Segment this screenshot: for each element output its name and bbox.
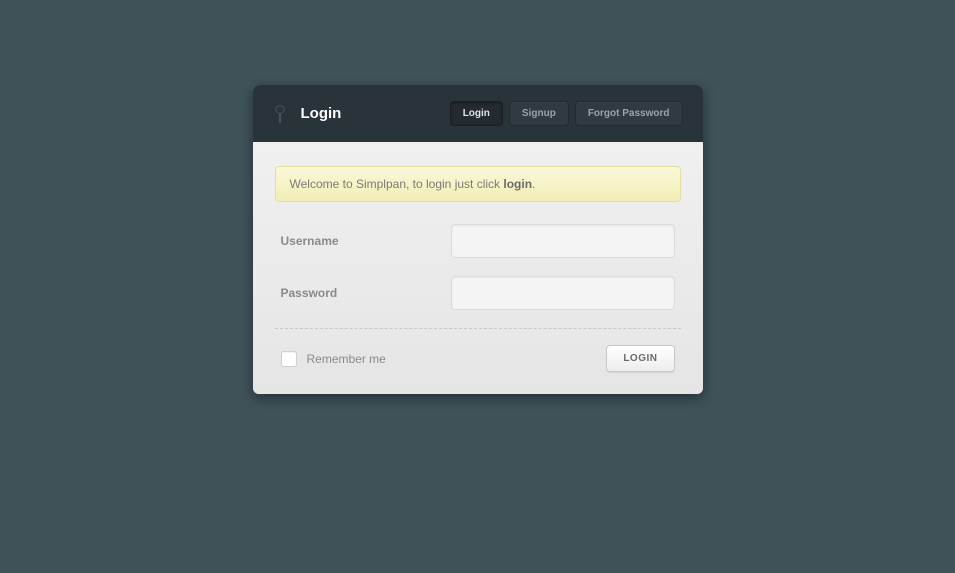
panel-body: Welcome to Simplpan, to login just click…: [253, 142, 703, 394]
login-panel: Login Login Signup Forgot Password Welco…: [253, 85, 703, 394]
password-input[interactable]: [451, 276, 675, 310]
notice-prefix: Welcome to Simplpan, to login just click: [290, 177, 504, 191]
header-tabs: Login Signup Forgot Password: [450, 101, 683, 126]
notice-suffix: .: [532, 177, 535, 191]
password-label: Password: [281, 286, 451, 300]
username-label: Username: [281, 234, 451, 248]
username-row: Username: [275, 224, 681, 258]
remember-label: Remember me: [307, 352, 386, 366]
tab-forgot-password[interactable]: Forgot Password: [575, 101, 683, 126]
header-left: Login: [273, 105, 342, 123]
remember-checkbox[interactable]: [281, 351, 297, 367]
tab-login[interactable]: Login: [450, 101, 503, 126]
tab-signup[interactable]: Signup: [509, 101, 569, 126]
form-divider: [275, 328, 681, 329]
panel-title: Login: [301, 105, 342, 122]
welcome-notice: Welcome to Simplpan, to login just click…: [275, 166, 681, 202]
key-icon: [273, 105, 287, 123]
username-input[interactable]: [451, 224, 675, 258]
login-button[interactable]: LOGIN: [606, 345, 674, 372]
password-row: Password: [275, 276, 681, 310]
notice-strong: login: [503, 177, 532, 191]
panel-header: Login Login Signup Forgot Password: [253, 85, 703, 142]
remember-wrap: Remember me: [281, 351, 386, 367]
form-footer: Remember me LOGIN: [275, 345, 681, 372]
